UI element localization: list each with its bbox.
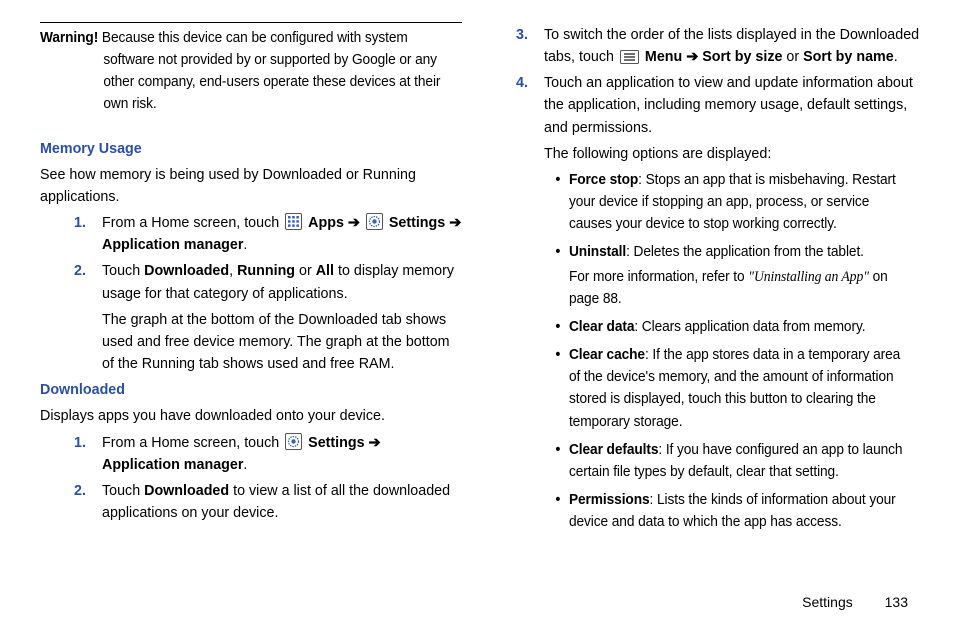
list-item: Clear data: Clears application data from…: [556, 316, 909, 338]
right-column: 3. To switch the order of the lists disp…: [502, 22, 924, 543]
clear-defaults-label: Clear defaults: [569, 442, 658, 458]
apps-label: Apps: [308, 215, 348, 231]
list-item: 1. From a Home screen, touch Settings ➔ …: [78, 432, 462, 476]
footer-section: Settings: [802, 594, 853, 610]
warning-label: Warning!: [40, 30, 98, 46]
list-item: 2. Touch Downloaded, Running or All to d…: [78, 260, 462, 375]
step-text: ,: [229, 263, 237, 279]
step-text: Touch: [102, 263, 144, 279]
appmgr-label: Application manager: [102, 457, 243, 473]
step-number: 2.: [74, 260, 86, 282]
warning-text: Warning! Because this device can be conf…: [40, 27, 445, 116]
ref-text: For more information, refer to: [569, 269, 748, 285]
uninstall-label: Uninstall: [569, 244, 626, 260]
appmgr-label: Application manager: [102, 237, 243, 253]
sort-by-name: Sort by name: [803, 49, 894, 65]
uninstall-reference: For more information, refer to "Uninstal…: [569, 266, 909, 310]
list-item: 1. From a Home screen, touch Apps ➔ Sett…: [78, 212, 462, 256]
downloaded-label: Downloaded: [144, 483, 229, 499]
period: .: [894, 49, 898, 65]
arrow-icon: ➔: [686, 49, 698, 65]
all-label: All: [316, 263, 334, 279]
menu-icon: [620, 50, 639, 64]
arrow-icon: ➔: [449, 215, 461, 231]
page-footer: Settings 133: [0, 594, 954, 610]
sort-by-size: Sort by size: [702, 49, 782, 65]
memory-intro: See how memory is being used by Download…: [40, 164, 462, 208]
downloaded-label: Downloaded: [144, 263, 229, 279]
settings-icon: [285, 433, 302, 450]
downloaded-intro: Displays apps you have downloaded onto y…: [40, 405, 462, 427]
settings-label: Settings: [308, 435, 368, 451]
list-item: 2. Touch Downloaded to view a list of al…: [78, 480, 462, 524]
list-item: Permissions: Lists the kinds of informat…: [556, 489, 909, 533]
permissions-label: Permissions: [569, 492, 650, 508]
step-number: 4.: [516, 72, 528, 94]
settings-icon: [366, 213, 383, 230]
step-number: 1.: [74, 432, 86, 454]
list-item: Force stop: Stops an app that is misbeha…: [556, 169, 909, 235]
options-list: Force stop: Stops an app that is misbeha…: [544, 169, 909, 539]
warning-body: Because this device can be configured wi…: [98, 30, 440, 112]
continued-steps: 3. To switch the order of the lists disp…: [502, 24, 924, 539]
running-label: Running: [237, 263, 295, 279]
step-continuation: The following options are displayed:: [544, 143, 924, 165]
downloaded-steps: 1. From a Home screen, touch Settings ➔ …: [40, 432, 462, 525]
or-text: or: [782, 49, 803, 65]
list-item: Clear cache: If the app stores data in a…: [556, 344, 909, 433]
apps-icon: [285, 213, 302, 230]
list-item: Uninstall: Deletes the application from …: [556, 241, 909, 309]
period: .: [243, 457, 247, 473]
ref-title: "Uninstalling an App": [748, 269, 869, 285]
clear-data-label: Clear data: [569, 319, 634, 335]
arrow-icon: ➔: [369, 435, 381, 451]
list-item: 3. To switch the order of the lists disp…: [520, 24, 924, 68]
step-text: From a Home screen, touch: [102, 435, 283, 451]
heading-memory-usage: Memory Usage: [40, 138, 462, 160]
force-stop-label: Force stop: [569, 172, 638, 188]
list-item: Clear defaults: If you have configured a…: [556, 439, 909, 483]
step-text: or: [295, 263, 316, 279]
settings-label: Settings: [389, 215, 449, 231]
page-number: 133: [885, 594, 908, 610]
left-column: Warning! Because this device can be conf…: [40, 22, 462, 543]
step-text: Touch: [102, 483, 144, 499]
uninstall-text: : Deletes the application from the table…: [626, 244, 864, 260]
page-body: Warning! Because this device can be conf…: [0, 0, 954, 553]
step-number: 2.: [74, 480, 86, 502]
clear-cache-label: Clear cache: [569, 347, 645, 363]
clear-data-text: : Clears application data from memory.: [634, 319, 865, 335]
step-text: From a Home screen, touch: [102, 215, 283, 231]
list-item: 4. Touch an application to view and upda…: [520, 72, 924, 539]
period: .: [243, 237, 247, 253]
step-number: 3.: [516, 24, 528, 46]
step-text: Touch an application to view and update …: [544, 75, 913, 135]
heading-downloaded: Downloaded: [40, 379, 462, 401]
step-continuation: The graph at the bottom of the Downloade…: [102, 309, 462, 375]
arrow-icon: ➔: [348, 215, 360, 231]
warning-rule: [40, 22, 462, 23]
menu-label: Menu: [645, 49, 686, 65]
memory-steps: 1. From a Home screen, touch Apps ➔ Sett…: [40, 212, 462, 375]
step-number: 1.: [74, 212, 86, 234]
